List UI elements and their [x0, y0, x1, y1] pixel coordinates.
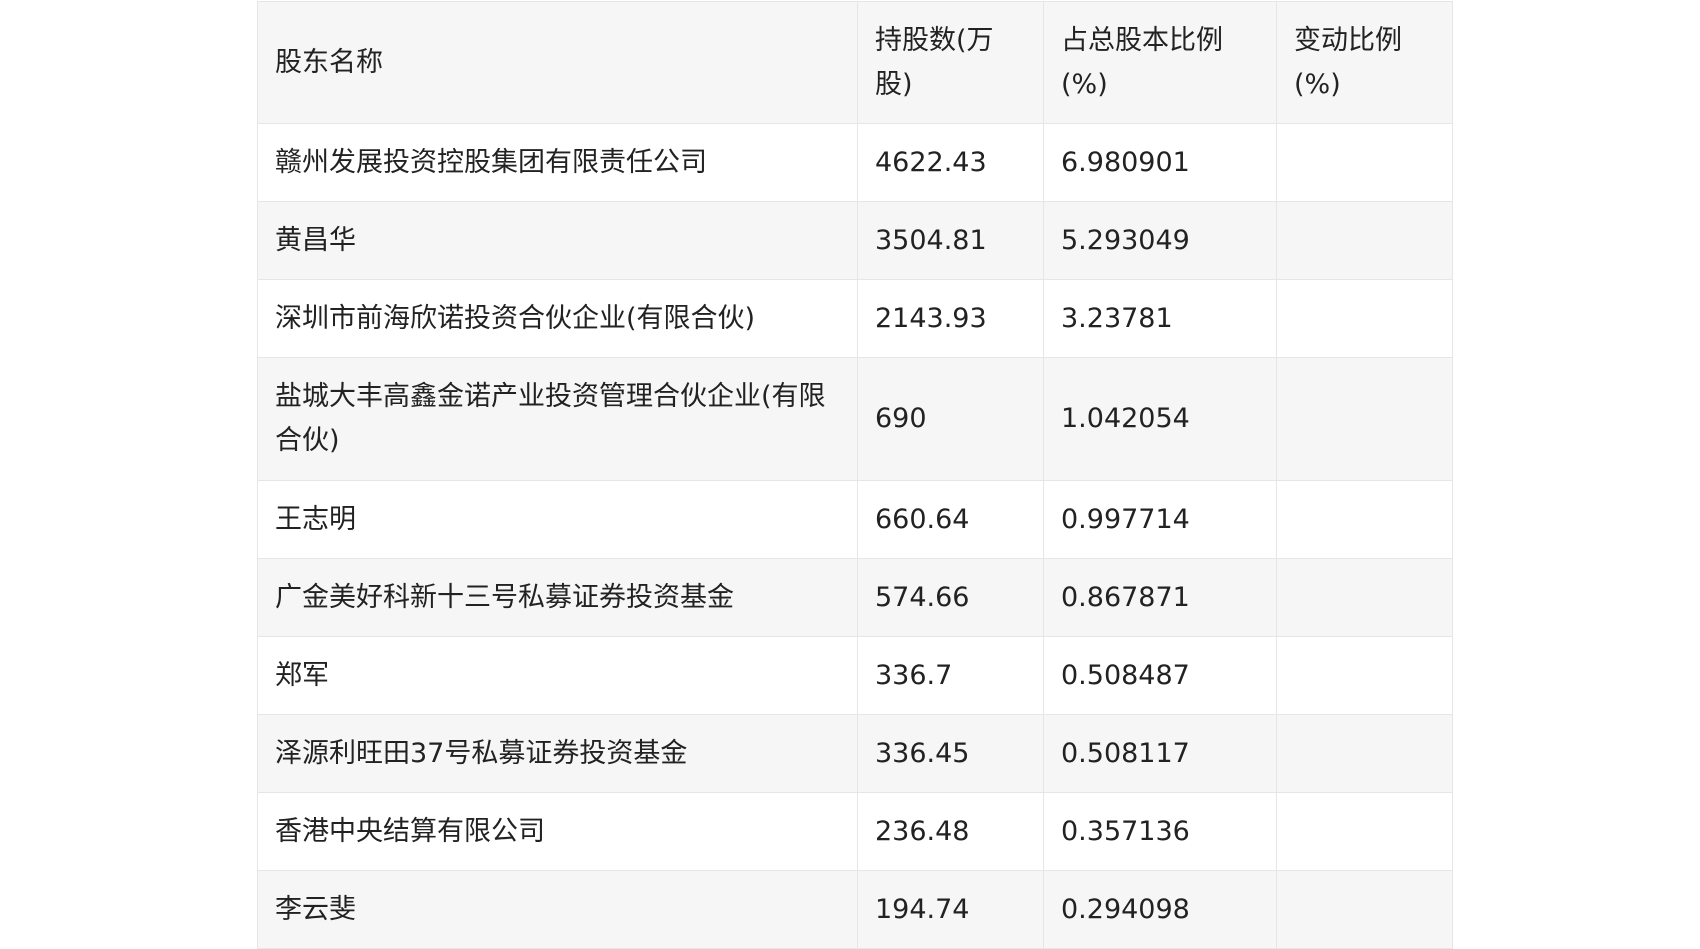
cell-change	[1276, 558, 1453, 637]
cell-shares: 574.66	[857, 558, 1044, 637]
cell-ratio: 0.508117	[1043, 714, 1277, 793]
cell-change	[1276, 480, 1453, 559]
table-row: 郑军 336.7 0.508487	[257, 636, 1453, 715]
table-row: 黄昌华 3504.81 5.293049	[257, 201, 1453, 280]
cell-ratio: 0.508487	[1043, 636, 1277, 715]
header-shares: 持股数(万股)	[857, 1, 1044, 124]
cell-change	[1276, 279, 1453, 358]
table-row: 泽源利旺田37号私募证券投资基金 336.45 0.508117	[257, 714, 1453, 793]
shareholder-table: 股东名称 持股数(万股) 占总股本比例(%) 变动比例(%) 赣州发展投资控股集…	[257, 1, 1453, 949]
cell-name: 李云斐	[257, 870, 858, 949]
header-shareholder-name: 股东名称	[257, 1, 858, 124]
table-header-row: 股东名称 持股数(万股) 占总股本比例(%) 变动比例(%)	[257, 1, 1453, 124]
cell-shares: 4622.43	[857, 123, 1044, 202]
cell-shares: 336.7	[857, 636, 1044, 715]
cell-name: 泽源利旺田37号私募证券投资基金	[257, 714, 858, 793]
cell-change	[1276, 123, 1453, 202]
header-ratio: 占总股本比例(%)	[1043, 1, 1277, 124]
cell-name: 郑军	[257, 636, 858, 715]
table-row: 深圳市前海欣诺投资合伙企业(有限合伙) 2143.93 3.23781	[257, 279, 1453, 358]
cell-ratio: 1.042054	[1043, 357, 1277, 481]
cell-ratio: 0.867871	[1043, 558, 1277, 637]
cell-change	[1276, 792, 1453, 871]
cell-change	[1276, 357, 1453, 481]
cell-ratio: 0.997714	[1043, 480, 1277, 559]
cell-change	[1276, 714, 1453, 793]
cell-ratio: 0.357136	[1043, 792, 1277, 871]
table-row: 香港中央结算有限公司 236.48 0.357136	[257, 792, 1453, 871]
cell-ratio: 0.294098	[1043, 870, 1277, 949]
table-row: 广金美好科新十三号私募证券投资基金 574.66 0.867871	[257, 558, 1453, 637]
cell-name: 赣州发展投资控股集团有限责任公司	[257, 123, 858, 202]
cell-change	[1276, 636, 1453, 715]
cell-shares: 336.45	[857, 714, 1044, 793]
cell-shares: 3504.81	[857, 201, 1044, 280]
cell-ratio: 6.980901	[1043, 123, 1277, 202]
table-row: 王志明 660.64 0.997714	[257, 480, 1453, 559]
cell-shares: 690	[857, 357, 1044, 481]
cell-name: 香港中央结算有限公司	[257, 792, 858, 871]
shareholder-table-container: 股东名称 持股数(万股) 占总股本比例(%) 变动比例(%) 赣州发展投资控股集…	[257, 1, 1453, 949]
header-change: 变动比例(%)	[1276, 1, 1453, 124]
cell-change	[1276, 870, 1453, 949]
cell-ratio: 5.293049	[1043, 201, 1277, 280]
table-row: 赣州发展投资控股集团有限责任公司 4622.43 6.980901	[257, 123, 1453, 202]
cell-shares: 660.64	[857, 480, 1044, 559]
cell-shares: 236.48	[857, 792, 1044, 871]
table-row: 李云斐 194.74 0.294098	[257, 870, 1453, 949]
cell-name: 广金美好科新十三号私募证券投资基金	[257, 558, 858, 637]
cell-name: 盐城大丰高鑫金诺产业投资管理合伙企业(有限合伙)	[257, 357, 858, 481]
cell-change	[1276, 201, 1453, 280]
cell-name: 深圳市前海欣诺投资合伙企业(有限合伙)	[257, 279, 858, 358]
cell-name: 黄昌华	[257, 201, 858, 280]
table-row: 盐城大丰高鑫金诺产业投资管理合伙企业(有限合伙) 690 1.042054	[257, 357, 1453, 481]
cell-shares: 194.74	[857, 870, 1044, 949]
cell-shares: 2143.93	[857, 279, 1044, 358]
cell-name: 王志明	[257, 480, 858, 559]
cell-ratio: 3.23781	[1043, 279, 1277, 358]
